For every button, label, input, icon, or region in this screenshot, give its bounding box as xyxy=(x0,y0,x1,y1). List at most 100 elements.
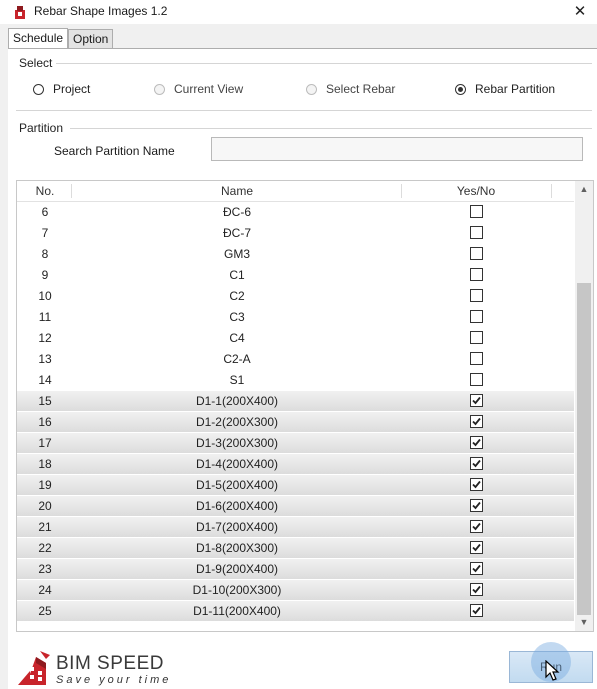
row-number: 24 xyxy=(38,583,52,597)
row-yes-no-cell xyxy=(401,202,551,223)
yes-no-checkbox[interactable] xyxy=(469,205,483,219)
vertical-scrollbar[interactable]: ▲ ▼ xyxy=(575,181,593,631)
table-row[interactable]: 22 D1-8(200X300) xyxy=(17,538,574,559)
row-number: 18 xyxy=(38,457,52,471)
row-number: 16 xyxy=(38,415,52,429)
scrollbar-thumb[interactable] xyxy=(577,283,591,615)
checkmark-icon xyxy=(471,481,481,489)
row-number: 12 xyxy=(38,331,52,345)
table-row[interactable]: 21 D1-7(200X400) xyxy=(17,517,574,538)
row-yes-no-cell xyxy=(401,580,551,601)
row-name: D1-2(200X300) xyxy=(195,415,279,429)
checkmark-icon xyxy=(471,586,481,594)
row-yes-no-cell xyxy=(401,601,551,622)
checkmark-icon xyxy=(471,565,481,573)
row-yes-no-cell xyxy=(401,244,551,265)
scroll-up-icon[interactable]: ▲ xyxy=(575,181,593,198)
yes-no-checkbox[interactable] xyxy=(469,331,483,345)
partition-group-label: Partition xyxy=(19,121,64,135)
yes-no-checkbox[interactable] xyxy=(469,478,483,492)
table-row[interactable]: 19 D1-5(200X400) xyxy=(17,475,574,496)
table-row[interactable]: 14 S1 xyxy=(17,370,574,391)
radio-circle xyxy=(455,83,466,95)
logo-tagline: Save your time xyxy=(56,674,172,686)
select-group-label: Select xyxy=(19,56,53,70)
row-number: 25 xyxy=(38,604,52,618)
table-row[interactable]: 18 D1-4(200X400) xyxy=(17,454,574,475)
table-row[interactable]: 20 D1-6(200X400) xyxy=(17,496,574,517)
checkmark-icon xyxy=(471,397,481,405)
row-name: D1-10(200X300) xyxy=(192,583,282,597)
yes-no-checkbox[interactable] xyxy=(469,394,483,408)
table-header: No. Name Yes/No xyxy=(17,181,574,202)
row-name: D1-1(200X400) xyxy=(195,394,279,408)
table-row[interactable]: 11 C3 xyxy=(17,307,574,328)
table-row[interactable]: 16 D1-2(200X300) xyxy=(17,412,574,433)
row-number: 20 xyxy=(38,499,52,513)
yes-no-checkbox[interactable] xyxy=(469,310,483,324)
yes-no-checkbox[interactable] xyxy=(469,289,483,303)
yes-no-checkbox[interactable] xyxy=(469,352,483,366)
radio-rebar-partition[interactable]: Rebar Partition xyxy=(455,82,555,96)
yes-no-checkbox[interactable] xyxy=(469,499,483,513)
radio-project[interactable]: Project xyxy=(33,82,90,96)
table-row[interactable]: 25 D1-11(200X400) xyxy=(17,601,574,622)
yes-no-checkbox[interactable] xyxy=(469,226,483,240)
radio-select-rebar[interactable]: Select Rebar xyxy=(306,82,395,96)
row-number: 9 xyxy=(41,268,49,282)
row-number: 17 xyxy=(38,436,52,450)
table-row[interactable]: 10 C2 xyxy=(17,286,574,307)
row-name: D1-7(200X400) xyxy=(195,520,279,534)
row-number: 22 xyxy=(38,541,52,555)
table-row[interactable]: 23 D1-9(200X400) xyxy=(17,559,574,580)
tab-schedule[interactable]: Schedule xyxy=(8,28,69,49)
radio-circle xyxy=(306,83,317,95)
row-yes-no-cell xyxy=(401,433,551,454)
radio-label: Select Rebar xyxy=(326,82,396,96)
table-row[interactable]: 9 C1 xyxy=(17,265,574,286)
checkmark-icon xyxy=(471,460,481,468)
row-name: D1-11(200X400) xyxy=(193,604,281,618)
row-number: 21 xyxy=(38,520,52,534)
row-name: C3 xyxy=(229,310,245,324)
yes-no-checkbox[interactable] xyxy=(469,247,483,261)
yes-no-checkbox[interactable] xyxy=(469,436,483,450)
checkmark-icon xyxy=(471,523,481,531)
table-row[interactable]: 15 D1-1(200X400) xyxy=(17,391,574,412)
yes-no-checkbox[interactable] xyxy=(469,415,483,429)
column-header-name[interactable]: Name xyxy=(73,181,401,201)
select-group-divider xyxy=(56,63,592,64)
table-row[interactable]: 12 C4 xyxy=(17,328,574,349)
row-yes-no-cell xyxy=(401,517,551,538)
table-row[interactable]: 7 ĐC-7 xyxy=(17,223,574,244)
yes-no-checkbox[interactable] xyxy=(469,520,483,534)
yes-no-checkbox[interactable] xyxy=(469,373,483,387)
radio-current-view[interactable]: Current View xyxy=(154,82,243,96)
row-name: D1-5(200X400) xyxy=(195,478,279,492)
close-icon[interactable]: ✕ xyxy=(569,2,591,22)
row-yes-no-cell xyxy=(401,307,551,328)
column-header-yes-no[interactable]: Yes/No xyxy=(401,181,551,201)
table-row[interactable]: 17 D1-3(200X300) xyxy=(17,433,574,454)
row-number: 13 xyxy=(38,352,52,366)
row-name: ĐC-7 xyxy=(222,226,251,240)
table-row[interactable]: 8 GM3 xyxy=(17,244,574,265)
table-row[interactable]: 24 D1-10(200X300) xyxy=(17,580,574,601)
search-partition-input[interactable] xyxy=(211,137,583,161)
row-name: D1-4(200X400) xyxy=(195,457,279,471)
yes-no-checkbox[interactable] xyxy=(469,562,483,576)
row-name: C2-A xyxy=(223,352,251,366)
table-row[interactable]: 6 ĐC-6 xyxy=(17,202,574,223)
yes-no-checkbox[interactable] xyxy=(469,268,483,282)
column-divider xyxy=(551,184,552,198)
yes-no-checkbox[interactable] xyxy=(469,604,483,618)
scroll-down-icon[interactable]: ▼ xyxy=(575,614,593,631)
row-number: 19 xyxy=(38,478,52,492)
tab-option[interactable]: Option xyxy=(68,29,114,49)
column-header-no[interactable]: No. xyxy=(17,181,73,201)
yes-no-checkbox[interactable] xyxy=(469,583,483,597)
table-row[interactable]: 13 C2-A xyxy=(17,349,574,370)
yes-no-checkbox[interactable] xyxy=(469,457,483,471)
yes-no-checkbox[interactable] xyxy=(469,541,483,555)
row-number: 6 xyxy=(41,205,49,219)
